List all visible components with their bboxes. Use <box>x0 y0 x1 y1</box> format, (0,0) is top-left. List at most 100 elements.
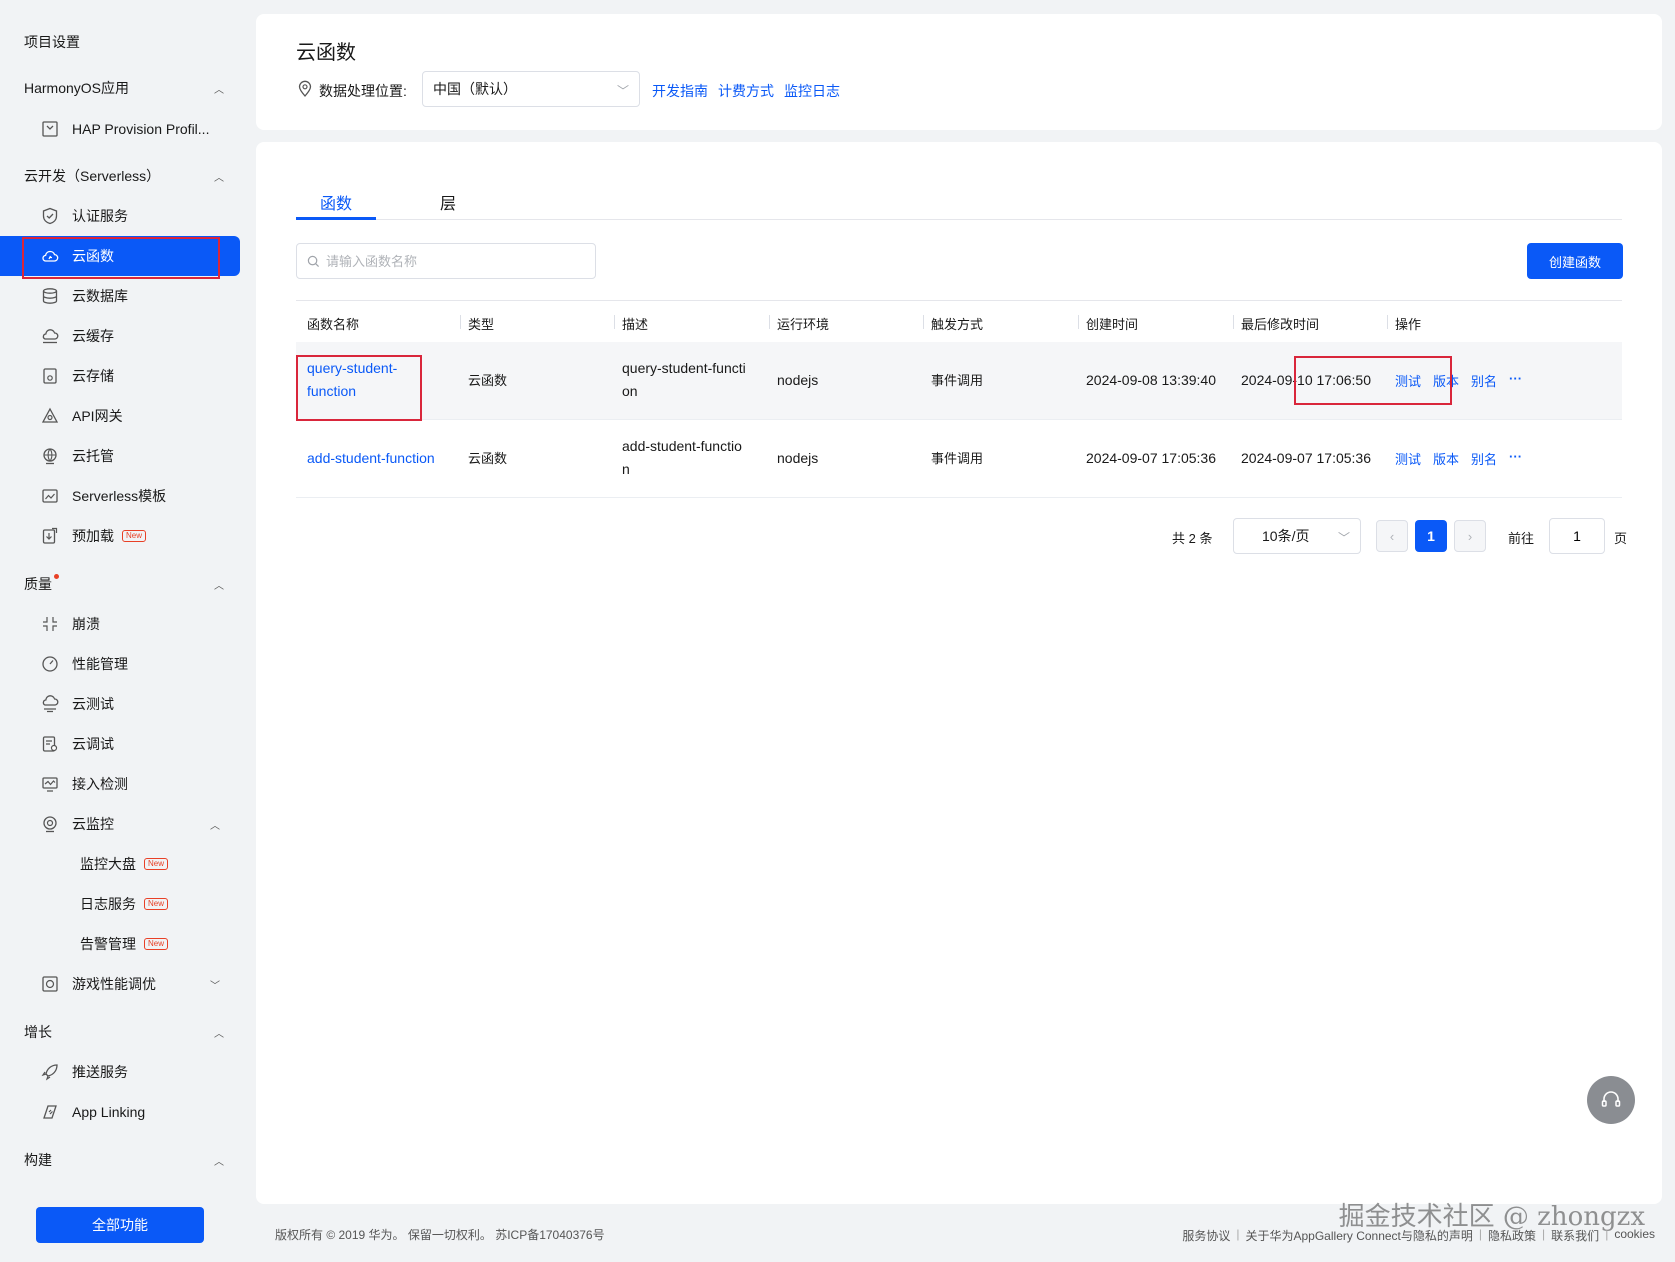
alias-link[interactable]: 别名 <box>1471 371 1497 390</box>
new-badge: New <box>122 530 147 542</box>
prev-page-button[interactable]: ‹ <box>1376 520 1408 552</box>
section-label-wrap: 质量 <box>24 574 59 594</box>
game-perf-icon <box>40 974 60 994</box>
test-link[interactable]: 测试 <box>1395 449 1421 468</box>
sidebar-item-app-linking[interactable]: App Linking <box>0 1092 240 1132</box>
version-link[interactable]: 版本 <box>1433 449 1459 468</box>
sidebar-item-cloud-db[interactable]: 云数据库 <box>0 276 240 316</box>
footer-link-privacy-statement[interactable]: 关于华为AppGallery Connect与隐私的声明 <box>1246 1227 1473 1244</box>
chevron-up-icon: ︿ <box>210 820 220 832</box>
sidebar-item-game-perf[interactable]: 游戏性能调优 ﹀ <box>0 964 240 1004</box>
chevron-up-icon: ︿ <box>214 1156 224 1168</box>
tab-layers[interactable]: 层 <box>440 190 456 214</box>
sidebar-item-serverless-template[interactable]: Serverless模板 <box>0 476 240 516</box>
billing-link[interactable]: 计费方式 <box>718 81 774 101</box>
sidebar-item-alert-mgmt[interactable]: 告警管理 New <box>0 924 240 964</box>
sidebar-item-label: App Linking <box>72 1104 146 1120</box>
sidebar-item-crash[interactable]: 崩溃 <box>0 604 240 644</box>
row-actions: 测试 版本 别名 ··· <box>1395 371 1522 390</box>
sidebar-item-access-detect[interactable]: 接入检测 <box>0 764 240 804</box>
section-label: 云开发（Serverless） <box>24 168 161 184</box>
function-name-line: function <box>307 383 357 399</box>
location-select[interactable]: 中国（默认） ﹀ <box>422 71 640 107</box>
footer-link-cookies[interactable]: cookies <box>1614 1227 1655 1244</box>
sidebar: 项目设置 HarmonyOS应用 ︿ HAP Provision Profil.… <box>0 0 256 1262</box>
sidebar-item-perf[interactable]: 性能管理 <box>0 644 240 684</box>
chevron-up-icon: ︿ <box>214 1028 224 1040</box>
sidebar-item-api-gateway[interactable]: API网关 <box>0 396 240 436</box>
next-page-button[interactable]: › <box>1454 520 1486 552</box>
section-build[interactable]: 构建 ︿ <box>24 1148 224 1172</box>
section-harmonyos[interactable]: HarmonyOS应用 ︿ <box>24 76 224 100</box>
col-divider <box>923 315 924 329</box>
sidebar-item-label: 性能管理 <box>72 656 128 672</box>
sidebar-item-push[interactable]: 推送服务 <box>0 1052 240 1092</box>
section-quality[interactable]: 质量 ︿ <box>24 572 224 596</box>
sidebar-item-cloud-monitor[interactable]: 云监控 ︿ <box>0 804 240 844</box>
sidebar-item-label: 云调试 <box>72 736 114 752</box>
col-header-desc: 描述 <box>622 317 649 332</box>
more-icon[interactable]: ··· <box>1509 371 1522 390</box>
footer-link-contact[interactable]: 联系我们 <box>1551 1227 1599 1244</box>
table-header: 函数名称 类型 描述 运行环境 触发方式 创建时间 最后修改时间 操作 <box>296 300 1622 342</box>
function-desc: query-student-functi on <box>622 357 746 403</box>
function-name-link[interactable]: add-student-function <box>307 447 435 470</box>
function-name-line: query-student- <box>307 360 398 376</box>
sidebar-item-hap-provision[interactable]: HAP Provision Profil... <box>0 109 240 149</box>
footer-link-privacy-policy[interactable]: 隐私政策 <box>1488 1227 1536 1244</box>
sidebar-item-cloud-hosting[interactable]: 云托管 <box>0 436 240 476</box>
preload-icon <box>40 526 60 546</box>
goto-page-input[interactable] <box>1549 518 1605 554</box>
all-features-button[interactable]: 全部功能 <box>36 1207 204 1243</box>
function-type: 云函数 <box>468 373 508 388</box>
sidebar-item-cloud-test[interactable]: 云测试 <box>0 684 240 724</box>
col-divider <box>1078 315 1079 329</box>
col-divider <box>1233 315 1234 329</box>
sidebar-item-auth[interactable]: 认证服务 <box>0 196 240 236</box>
cloud-test-icon <box>40 694 60 714</box>
search-input[interactable] <box>326 253 576 269</box>
section-serverless[interactable]: 云开发（Serverless） ︿ <box>24 164 224 188</box>
footer-link-terms[interactable]: 服务协议 <box>1182 1227 1230 1244</box>
chevron-down-icon: ﹀ <box>1337 531 1350 545</box>
section-growth[interactable]: 增长 ︿ <box>24 1020 224 1044</box>
chevron-down-icon: ﹀ <box>616 84 629 98</box>
sidebar-item-cloud-debug[interactable]: 云调试 <box>0 724 240 764</box>
sidebar-item-label: 云函数 <box>72 248 114 264</box>
active-tab-indicator <box>296 217 376 220</box>
sidebar-item-label: API网关 <box>72 408 123 424</box>
create-function-button[interactable]: 创建函数 <box>1527 243 1623 279</box>
current-page[interactable]: 1 <box>1415 520 1447 552</box>
function-name-link[interactable]: query-student- function <box>307 357 397 403</box>
table-row: add-student-function 云函数 add-student-fun… <box>296 420 1622 498</box>
sidebar-item-cloud-cache[interactable]: 云缓存 <box>0 316 240 356</box>
row-actions: 测试 版本 别名 ··· <box>1395 449 1522 468</box>
test-link[interactable]: 测试 <box>1395 371 1421 390</box>
function-desc: add-student-functio n <box>622 435 742 481</box>
sidebar-item-log-service[interactable]: 日志服务 New <box>0 884 240 924</box>
dev-guide-link[interactable]: 开发指南 <box>652 81 708 101</box>
col-divider <box>614 315 615 329</box>
col-header-type: 类型 <box>468 317 495 332</box>
search-box[interactable] <box>296 243 596 279</box>
sidebar-item-label: 云存储 <box>72 368 114 384</box>
page-suffix: 页 <box>1614 531 1628 546</box>
function-modified: 2024-09-10 17:06:50 <box>1241 372 1371 388</box>
more-icon[interactable]: ··· <box>1509 449 1522 468</box>
customer-support-button[interactable] <box>1587 1076 1635 1124</box>
sidebar-item-label: 游戏性能调优 <box>72 976 156 992</box>
sidebar-item-monitor-dashboard[interactable]: 监控大盘 New <box>0 844 240 884</box>
version-link[interactable]: 版本 <box>1433 371 1459 390</box>
alias-link[interactable]: 别名 <box>1471 449 1497 468</box>
footer-links: 服务协议 | 关于华为AppGallery Connect与隐私的声明 | 隐私政策… <box>1182 1227 1655 1244</box>
sidebar-item-cloud-storage[interactable]: 云存储 <box>0 356 240 396</box>
chevron-down-icon: ﹀ <box>210 980 220 992</box>
sidebar-item-cloud-function[interactable]: 云函数 <box>0 236 240 276</box>
section-label: 质量 <box>24 576 52 592</box>
tab-functions[interactable]: 函数 <box>320 190 352 214</box>
page-size-select[interactable]: 10条/页 ﹀ <box>1233 518 1361 554</box>
sidebar-item-preload[interactable]: 预加载 New <box>0 516 240 556</box>
page-title: 云函数 <box>296 42 356 64</box>
section-label: HarmonyOS应用 <box>24 80 130 96</box>
monitor-log-link[interactable]: 监控日志 <box>784 81 840 101</box>
